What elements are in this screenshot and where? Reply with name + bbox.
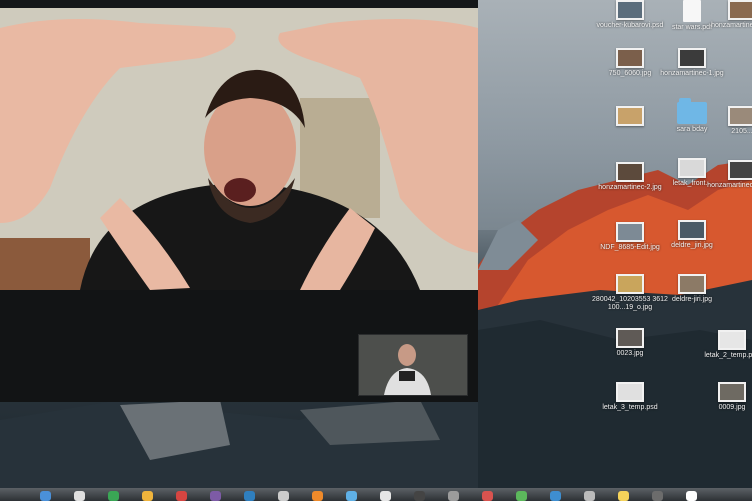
folder-icon bbox=[677, 98, 707, 124]
dock-app-icon[interactable] bbox=[312, 491, 323, 501]
desktop-file[interactable]: 0009.jpg bbox=[694, 382, 752, 412]
desktop-file[interactable]: honzamartinec-66... bbox=[704, 0, 752, 30]
image-thumbnail-icon bbox=[616, 328, 644, 348]
desktop-file[interactable]: honzamartinec-1.jpg bbox=[654, 48, 730, 78]
dock-app-icon[interactable] bbox=[550, 491, 561, 501]
image-thumbnail-icon bbox=[728, 106, 752, 126]
dock-app-icon[interactable] bbox=[482, 491, 493, 501]
dock-app-icon[interactable] bbox=[380, 491, 391, 501]
desktop-file[interactable]: letak_2_temp.psd bbox=[694, 330, 752, 360]
image-thumbnail-icon bbox=[678, 274, 706, 294]
desktop-file-label: honzamartinec-1-2.jpg bbox=[707, 182, 752, 189]
dock-app-icon[interactable] bbox=[142, 491, 153, 501]
dock-app-icon[interactable] bbox=[74, 491, 85, 501]
dock-app-icon[interactable] bbox=[414, 491, 425, 501]
image-thumbnail-icon bbox=[616, 48, 644, 68]
desktop-file-label: 0009.jpg bbox=[718, 404, 746, 411]
dock-app-icon[interactable] bbox=[584, 491, 595, 501]
desktop-file-label: 0023.jpg bbox=[616, 350, 644, 357]
image-thumbnail-icon bbox=[616, 274, 644, 294]
image-thumbnail-icon bbox=[678, 48, 706, 68]
image-thumbnail-icon bbox=[678, 220, 706, 240]
dock-app-icon[interactable] bbox=[516, 491, 527, 501]
self-view-thumbnail[interactable] bbox=[358, 334, 468, 396]
image-thumbnail-icon bbox=[718, 330, 746, 350]
dock-app-icon[interactable] bbox=[652, 491, 663, 501]
image-thumbnail-icon bbox=[616, 222, 644, 242]
image-thumbnail-icon bbox=[728, 0, 752, 20]
image-thumbnail-icon bbox=[678, 158, 706, 178]
desktop-file[interactable]: deldre_jiri.jpg bbox=[654, 220, 730, 250]
desktop-file-label: deldre-jiri.jpg bbox=[671, 296, 713, 303]
desktop-file-label: letak_3_temp.psd bbox=[602, 404, 658, 411]
desktop-file[interactable]: 0023.jpg bbox=[592, 328, 668, 358]
image-thumbnail-icon bbox=[616, 0, 644, 20]
image-thumbnail-icon bbox=[718, 382, 746, 402]
dock-app-icon[interactable] bbox=[448, 491, 459, 501]
desktop-file-label: honzamartinec-66... bbox=[711, 22, 752, 29]
video-call-window[interactable] bbox=[0, 0, 478, 402]
dock-app-icon[interactable] bbox=[346, 491, 357, 501]
desktop-file-label: 2105... bbox=[731, 128, 752, 135]
dock-app-icon[interactable] bbox=[176, 491, 187, 501]
desktop-file[interactable]: honzamartinec-1-2.jpg bbox=[704, 160, 752, 190]
image-thumbnail-icon bbox=[728, 160, 752, 180]
desktop-file[interactable]: deldre-jiri.jpg bbox=[654, 274, 730, 304]
image-thumbnail-icon bbox=[616, 382, 644, 402]
image-thumbnail-icon bbox=[616, 106, 644, 126]
dock-app-icon[interactable] bbox=[618, 491, 629, 501]
dock-app-icon[interactable] bbox=[210, 491, 221, 501]
desktop-file[interactable]: 2105... bbox=[704, 106, 752, 136]
document-icon bbox=[683, 0, 701, 22]
image-thumbnail-icon bbox=[616, 162, 644, 182]
dock-app-icon[interactable] bbox=[244, 491, 255, 501]
desktop-file-label: letak_2_temp.psd bbox=[704, 352, 752, 359]
dock-app-icon[interactable] bbox=[108, 491, 119, 501]
desktop-file-label: honzamartinec-1.jpg bbox=[660, 70, 724, 77]
dock-app-icon[interactable] bbox=[40, 491, 51, 501]
desktop-file-label: deldre_jiri.jpg bbox=[671, 242, 713, 249]
dock-app-icon[interactable] bbox=[278, 491, 289, 501]
remote-video-feed bbox=[0, 8, 478, 290]
dock-app-icon[interactable] bbox=[686, 491, 697, 501]
desktop-file[interactable]: letak_3_temp.psd bbox=[592, 382, 668, 412]
